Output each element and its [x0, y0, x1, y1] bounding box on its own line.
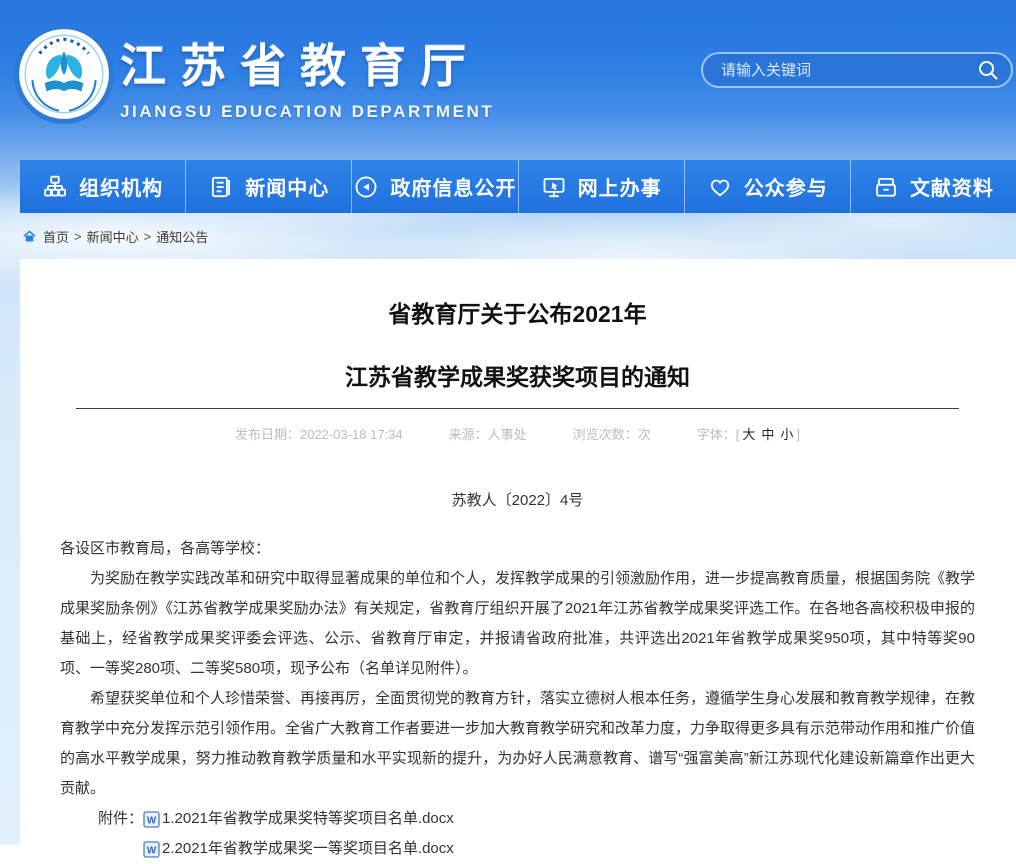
site-header: 江苏省教育厅 JIANGSU EDUCATION DEPARTMENT — [0, 0, 1016, 160]
search-input[interactable] — [719, 61, 975, 80]
nav-item-online-service[interactable]: 网上办事 — [518, 160, 684, 213]
main-nav: 组织机构 新闻中心 政府信息公开 网上办事 — [20, 160, 1016, 213]
site-brand: 江苏省教育厅 JIANGSU EDUCATION DEPARTMENT — [120, 30, 494, 122]
attachment-link-1[interactable]: W 1.2021年省教学成果奖特等奖项目名单.docx — [143, 804, 454, 834]
attachment-file-name: 2.2021年省教学成果奖一等奖项目名单.docx — [162, 834, 454, 864]
nav-item-news-center[interactable]: 新闻中心 — [185, 160, 351, 213]
online-service-icon — [541, 174, 567, 200]
title-divider — [76, 408, 959, 409]
publish-date-label: 发布日期： — [235, 427, 300, 442]
publish-date-value: 2022-03-18 17:34 — [300, 427, 403, 442]
nav-item-label: 新闻中心 — [245, 172, 329, 201]
attachments: 附件： W 1.2021年省教学成果奖特等奖项目名单.docx — [98, 804, 975, 864]
salutation: 各设区市教育局，各高等学校： — [60, 534, 975, 564]
word-doc-icon: W — [143, 841, 160, 858]
article-panel: 省教育厅关于公布2021年 江苏省教学成果奖获奖项目的通知 发布日期：2022-… — [20, 259, 1016, 845]
article-title-line1: 省教育厅关于公布2021年 — [60, 303, 975, 326]
article-body: 各设区市教育局，各高等学校： 为奖励在教学实践改革和研究中取得显著成果的单位和个… — [60, 534, 975, 864]
breadcrumb-news-center[interactable]: 新闻中心 — [87, 227, 139, 246]
site-title: 江苏省教育厅 — [120, 30, 494, 96]
nav-item-documents[interactable]: 文献资料 — [850, 160, 1016, 213]
attachments-label: 附件： — [98, 804, 143, 864]
breadcrumb-separator: > — [144, 229, 152, 244]
article-title-line2: 江苏省教学成果奖获奖项目的通知 — [60, 366, 975, 389]
view-count: 浏览次数：次 — [573, 424, 651, 443]
word-doc-icon: W — [143, 811, 160, 828]
article-meta: 发布日期：2022-03-18 17:34 来源：人事处 浏览次数：次 字体：[… — [60, 424, 975, 443]
search-box — [701, 52, 1013, 88]
source-value: 人事处 — [488, 427, 527, 442]
document-number: 苏教人〔2022〕4号 — [60, 489, 975, 510]
article-title: 省教育厅关于公布2021年 江苏省教学成果奖获奖项目的通知 — [60, 303, 975, 389]
view-count-value: 次 — [638, 427, 651, 442]
breadcrumb-notices[interactable]: 通知公告 — [156, 227, 208, 246]
nav-item-label: 网上办事 — [578, 172, 662, 201]
nav-item-label: 文献资料 — [910, 172, 994, 201]
site-logo[interactable] — [13, 23, 115, 125]
magnifier-icon — [976, 58, 1000, 82]
info-disclosure-icon — [353, 174, 379, 200]
attachment-files: W 1.2021年省教学成果奖特等奖项目名单.docx W 2.2021年省教学… — [143, 804, 454, 864]
nav-item-gov-info-disclosure[interactable]: 政府信息公开 — [351, 160, 517, 213]
nav-item-label: 公众参与 — [744, 172, 828, 201]
attachment-link-2[interactable]: W 2.2021年省教学成果奖一等奖项目名单.docx — [143, 834, 454, 864]
publish-date: 发布日期：2022-03-18 17:34 — [235, 424, 403, 443]
font-size-small-button[interactable]: 小 — [780, 427, 793, 442]
font-size-controls: 字体：[大中小] — [697, 424, 800, 443]
bracket: [ — [736, 427, 740, 442]
breadcrumb-home[interactable]: 首页 — [43, 227, 69, 246]
home-icon — [22, 229, 37, 244]
news-icon — [208, 174, 234, 200]
bracket: ] — [796, 427, 800, 442]
font-size-medium-button[interactable]: 中 — [761, 427, 774, 442]
site-subtitle: JIANGSU EDUCATION DEPARTMENT — [120, 102, 494, 122]
svg-text:W: W — [147, 845, 157, 856]
font-size-label: 字体： — [697, 427, 736, 442]
nav-item-public-participation[interactable]: 公众参与 — [684, 160, 850, 213]
nav-item-label: 政府信息公开 — [390, 172, 516, 201]
paragraph: 为奖励在教学实践改革和研究中取得显著成果的单位和个人，发挥教学成果的引领激励作用… — [60, 564, 975, 684]
nav-item-label: 组织机构 — [79, 172, 163, 201]
svg-text:W: W — [147, 815, 157, 826]
source-label: 来源： — [449, 427, 488, 442]
view-count-label: 浏览次数： — [573, 427, 638, 442]
breadcrumb: 首页 > 新闻中心 > 通知公告 — [0, 213, 1016, 259]
nav-item-organization[interactable]: 组织机构 — [20, 160, 185, 213]
search-button[interactable] — [975, 57, 1001, 83]
archive-icon — [873, 174, 899, 200]
jiangsu-education-department-emblem — [13, 23, 115, 125]
breadcrumb-separator: > — [74, 229, 82, 244]
paragraph: 希望获奖单位和个人珍惜荣誉、再接再厉，全面贯彻党的教育方针，落实立德树人根本任务… — [60, 684, 975, 804]
font-size-large-button[interactable]: 大 — [742, 427, 755, 442]
heart-icon — [707, 174, 733, 200]
org-chart-icon — [42, 174, 68, 200]
attachment-file-name: 1.2021年省教学成果奖特等奖项目名单.docx — [162, 804, 454, 834]
source: 来源：人事处 — [449, 424, 527, 443]
